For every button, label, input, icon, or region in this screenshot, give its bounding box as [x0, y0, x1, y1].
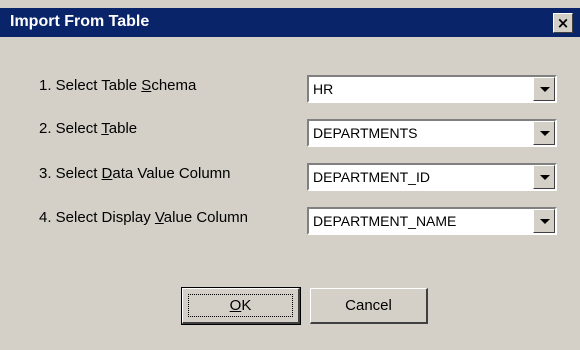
display-value-column-select[interactable]: DEPARTMENT_NAME	[307, 207, 557, 235]
data-value-label-mnemonic: D	[101, 165, 113, 182]
dialog-title: Import From Table	[10, 13, 150, 30]
table-label-rest: able	[108, 120, 138, 137]
schema-label: 1. Select Table Schema	[39, 77, 196, 94]
chevron-down-icon[interactable]	[533, 77, 555, 101]
table-label-mnemonic: T	[101, 120, 109, 137]
display-value-label-mnemonic: V	[154, 209, 164, 226]
data-value-label-text: 3. Select	[39, 165, 102, 182]
table-select[interactable]: DEPARTMENTS	[307, 119, 557, 147]
table-select-value: DEPARTMENTS	[313, 125, 418, 141]
data-value-column-label: 3. Select Data Value Column	[39, 165, 231, 182]
focus-rectangle	[188, 294, 293, 317]
display-value-label-text: 4. Select Display	[39, 209, 155, 226]
schema-select-value: HR	[313, 81, 334, 97]
table-label-text: 2. Select	[39, 120, 102, 137]
data-value-label-rest: ata Value Column	[112, 165, 231, 182]
schema-select[interactable]: HR	[307, 75, 557, 103]
display-value-column-select-value: DEPARTMENT_NAME	[313, 213, 457, 229]
import-from-table-dialog: Import From Table × 1. Select Table Sche…	[0, 0, 580, 350]
schema-label-mnemonic: S	[141, 77, 152, 94]
data-value-column-select-value: DEPARTMENT_ID	[313, 169, 430, 185]
display-value-label-rest: alue Column	[163, 209, 249, 226]
ok-button[interactable]: OK	[181, 287, 301, 325]
cancel-button-label: Cancel	[345, 297, 392, 314]
chevron-down-icon[interactable]	[533, 209, 555, 233]
close-button[interactable]: ×	[553, 13, 573, 33]
schema-label-text: 1. Select Table	[39, 77, 142, 94]
close-icon: ×	[556, 14, 570, 32]
chevron-down-icon[interactable]	[533, 121, 555, 145]
data-value-column-select[interactable]: DEPARTMENT_ID	[307, 163, 557, 191]
schema-label-rest: chema	[151, 77, 197, 94]
table-label: 2. Select Table	[39, 120, 137, 137]
cancel-button[interactable]: Cancel	[310, 288, 428, 324]
title-bar[interactable]: Import From Table ×	[0, 8, 580, 37]
display-value-column-label: 4. Select Display Value Column	[39, 209, 248, 226]
chevron-down-icon[interactable]	[533, 165, 555, 189]
